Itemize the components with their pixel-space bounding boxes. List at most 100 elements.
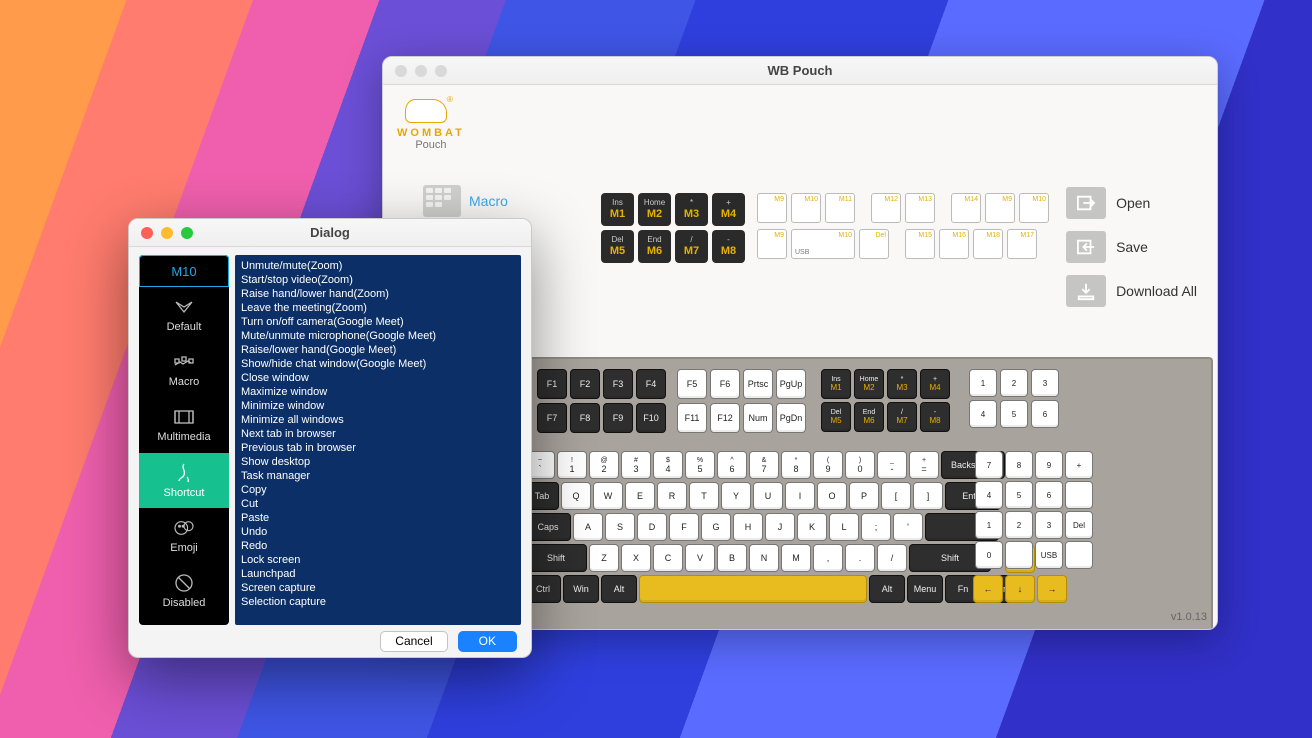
key--[interactable]: _- <box>877 451 907 479</box>
list-item[interactable]: Paste <box>241 511 515 525</box>
white-key[interactable]: M12 <box>871 193 901 223</box>
list-item[interactable]: Close window <box>241 371 515 385</box>
list-item[interactable]: Raise/lower hand(Google Meet) <box>241 343 515 357</box>
list-item[interactable]: Raise hand/lower hand(Zoom) <box>241 287 515 301</box>
list-item[interactable]: Cut <box>241 497 515 511</box>
key-][interactable]: ] <box>913 482 943 510</box>
key-k[interactable]: K <box>797 513 827 541</box>
white-key[interactable]: M13 <box>905 193 935 223</box>
sidebar-item-multimedia[interactable]: Multimedia <box>139 398 229 453</box>
list-item[interactable]: Next tab in browser <box>241 427 515 441</box>
key-4[interactable]: 4 <box>969 400 997 428</box>
key-j[interactable]: J <box>765 513 795 541</box>
white-key[interactable]: M9 <box>757 229 787 259</box>
key-d[interactable]: D <box>637 513 667 541</box>
white-key[interactable]: M16 <box>939 229 969 259</box>
white-key[interactable]: M10 <box>1019 193 1049 223</box>
key-1[interactable]: 1 <box>969 369 997 397</box>
key-prtsc[interactable]: Prtsc <box>743 369 773 399</box>
shortcut-list[interactable]: Unmute/mute(Zoom)Start/stop video(Zoom)R… <box>235 255 521 625</box>
numpad-key[interactable]: 2 <box>1005 511 1033 539</box>
key-pgdn[interactable]: PgDn <box>776 403 806 433</box>
white-key[interactable]: M17 <box>1007 229 1037 259</box>
key-i[interactable]: I <box>785 482 815 510</box>
open-button[interactable]: Open <box>1066 187 1197 219</box>
dialog-titlebar[interactable]: Dialog <box>129 219 531 247</box>
numpad-key[interactable]: 0 <box>975 541 1003 569</box>
sidebar-item-shortcut[interactable]: Shortcut <box>139 453 229 508</box>
numpad-key[interactable]: USB <box>1035 541 1063 569</box>
list-item[interactable]: Previous tab in browser <box>241 441 515 455</box>
list-item[interactable]: Launchpad <box>241 567 515 581</box>
list-item[interactable]: Leave the meeting(Zoom) <box>241 301 515 315</box>
key-t[interactable]: T <box>689 482 719 510</box>
key-z[interactable]: Z <box>589 544 619 572</box>
list-item[interactable]: Minimize all windows <box>241 413 515 427</box>
macro-key-m6[interactable]: EndM6 <box>638 230 671 263</box>
numpad-key[interactable] <box>1065 481 1093 509</box>
key-c[interactable]: C <box>653 544 683 572</box>
key-m3[interactable]: *M3 <box>887 369 917 399</box>
key-Win[interactable]: Win <box>563 575 599 603</box>
arrow-left-key[interactable]: ← <box>973 575 1003 603</box>
shift-key[interactable]: Shift <box>525 544 587 572</box>
key-m5[interactable]: DelM5 <box>821 402 851 432</box>
key-5[interactable]: %5 <box>685 451 715 479</box>
numpad-key[interactable]: 3 <box>1035 511 1063 539</box>
key-h[interactable]: H <box>733 513 763 541</box>
key-m[interactable]: M <box>781 544 811 572</box>
list-item[interactable]: Turn on/off camera(Google Meet) <box>241 315 515 329</box>
key-6[interactable]: ^6 <box>717 451 747 479</box>
zoom-icon[interactable] <box>435 65 447 77</box>
key-o[interactable]: O <box>817 482 847 510</box>
minimize-icon[interactable] <box>161 227 173 239</box>
key-p[interactable]: P <box>849 482 879 510</box>
key-4[interactable]: $4 <box>653 451 683 479</box>
key-m2[interactable]: HomeM2 <box>854 369 884 399</box>
macro-key-m3[interactable]: *M3 <box>675 193 708 226</box>
key-m1[interactable]: InsM1 <box>821 369 851 399</box>
key-6[interactable]: 6 <box>1031 400 1059 428</box>
list-item[interactable]: Task manager <box>241 469 515 483</box>
key-a[interactable]: A <box>573 513 603 541</box>
list-item[interactable]: Minimize window <box>241 399 515 413</box>
key-,[interactable]: , <box>813 544 843 572</box>
key-5[interactable]: 5 <box>1000 400 1028 428</box>
download-all-button[interactable]: Download All <box>1066 275 1197 307</box>
macro-key-m4[interactable]: +M4 <box>712 193 745 226</box>
cancel-button[interactable]: Cancel <box>380 631 447 652</box>
dialog-traffic-lights[interactable] <box>141 227 193 239</box>
key-7[interactable]: &7 <box>749 451 779 479</box>
zoom-icon[interactable] <box>181 227 193 239</box>
key-9[interactable]: (9 <box>813 451 843 479</box>
key-u[interactable]: U <box>753 482 783 510</box>
key-f5[interactable]: F5 <box>677 369 707 399</box>
main-titlebar[interactable]: WB Pouch <box>383 57 1217 85</box>
key-3[interactable]: #3 <box>621 451 651 479</box>
list-item[interactable]: Redo <box>241 539 515 553</box>
numpad-key[interactable] <box>1065 541 1093 569</box>
key-r[interactable]: R <box>657 482 687 510</box>
numpad-key[interactable]: 5 <box>1005 481 1033 509</box>
key-f4[interactable]: F4 <box>636 369 666 399</box>
sidebar-item-disabled[interactable]: Disabled <box>139 564 229 619</box>
key-f11[interactable]: F11 <box>677 403 707 433</box>
list-item[interactable]: Show desktop <box>241 455 515 469</box>
arrow-down-key[interactable]: ↓ <box>1005 575 1035 603</box>
macro-key-m2[interactable]: HomeM2 <box>638 193 671 226</box>
key-'[interactable]: ' <box>893 513 923 541</box>
white-key[interactable]: M9 <box>757 193 787 223</box>
key-e[interactable]: E <box>625 482 655 510</box>
key-.[interactable]: . <box>845 544 875 572</box>
space-key[interactable] <box>639 575 867 603</box>
key-n[interactable]: N <box>749 544 779 572</box>
numpad-key[interactable]: 1 <box>975 511 1003 539</box>
list-item[interactable]: Copy <box>241 483 515 497</box>
key-y[interactable]: Y <box>721 482 751 510</box>
key-f12[interactable]: F12 <box>710 403 740 433</box>
key-b[interactable]: B <box>717 544 747 572</box>
key-f1[interactable]: F1 <box>537 369 567 399</box>
white-key[interactable]: M14 <box>951 193 981 223</box>
numpad-key[interactable]: 6 <box>1035 481 1063 509</box>
numpad-key[interactable] <box>1005 541 1033 569</box>
